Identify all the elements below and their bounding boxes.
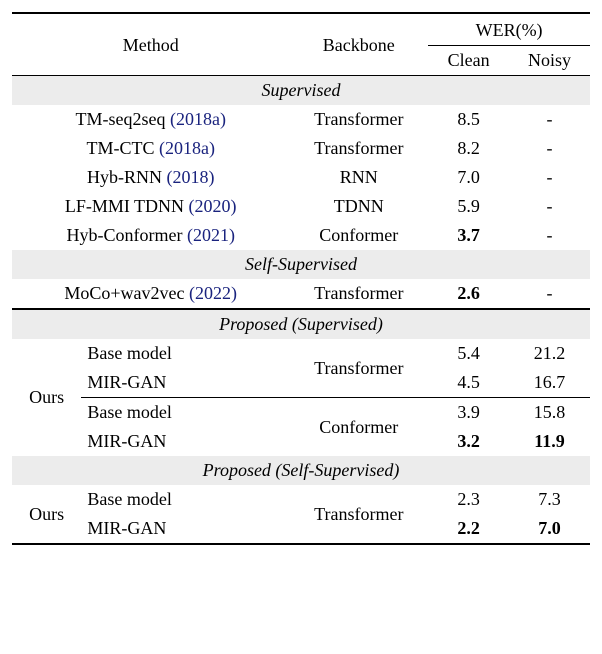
cite-link[interactable]: (2021)	[187, 225, 235, 245]
ours-label: Ours	[12, 339, 81, 456]
noisy-cell: -	[509, 279, 590, 309]
backbone-cell: Transformer	[289, 134, 428, 163]
method-name: TM-CTC	[86, 138, 159, 158]
clean-cell: 3.7	[428, 221, 509, 250]
method-cell: TM-CTC (2018a)	[12, 134, 289, 163]
noisy-cell: -	[509, 221, 590, 250]
model-cell: MIR-GAN	[81, 514, 289, 544]
noisy-cell: -	[509, 192, 590, 221]
model-cell: MIR-GAN	[81, 368, 289, 398]
ours-label: Ours	[12, 485, 81, 544]
backbone-cell: Transformer	[289, 279, 428, 309]
noisy-cell: -	[509, 105, 590, 134]
method-name: TM-seq2seq	[75, 109, 169, 129]
method-cell: MoCo+wav2vec (2022)	[12, 279, 289, 309]
results-table: Method Backbone WER(%) Clean Noisy Super…	[12, 12, 590, 545]
method-name: LF-MMI TDNN	[65, 196, 189, 216]
model-cell: MIR-GAN	[81, 427, 289, 456]
clean-cell: 5.9	[428, 192, 509, 221]
backbone-cell: Transformer	[289, 339, 428, 398]
cite-link[interactable]: (2018a)	[170, 109, 226, 129]
method-cell: Hyb-RNN (2018)	[12, 163, 289, 192]
backbone-cell: Conformer	[289, 398, 428, 457]
noisy-cell: 7.0	[509, 514, 590, 544]
noisy-cell: 15.8	[509, 398, 590, 428]
clean-cell: 2.6	[428, 279, 509, 309]
header-wer: WER(%)	[428, 13, 590, 46]
section-self-supervised: Self-Supervised	[12, 250, 590, 279]
clean-cell: 5.4	[428, 339, 509, 368]
clean-cell: 2.3	[428, 485, 509, 514]
method-cell: LF-MMI TDNN (2020)	[12, 192, 289, 221]
noisy-cell: 7.3	[509, 485, 590, 514]
backbone-cell: Transformer	[289, 485, 428, 544]
cite-link[interactable]: (2020)	[189, 196, 237, 216]
cite-link[interactable]: (2022)	[189, 283, 237, 303]
section-proposed-self-supervised: Proposed (Self-Supervised)	[12, 456, 590, 485]
section-proposed-supervised: Proposed (Supervised)	[12, 309, 590, 339]
noisy-cell: 11.9	[509, 427, 590, 456]
backbone-cell: Transformer	[289, 105, 428, 134]
clean-cell: 7.0	[428, 163, 509, 192]
section-supervised: Supervised	[12, 76, 590, 106]
header-backbone: Backbone	[289, 13, 428, 76]
method-name: MoCo+wav2vec	[64, 283, 189, 303]
clean-cell: 4.5	[428, 368, 509, 398]
cite-link[interactable]: (2018a)	[159, 138, 215, 158]
clean-cell: 8.5	[428, 105, 509, 134]
clean-cell: 2.2	[428, 514, 509, 544]
backbone-cell: Conformer	[289, 221, 428, 250]
model-cell: Base model	[81, 339, 289, 368]
backbone-cell: TDNN	[289, 192, 428, 221]
method-cell: Hyb-Conformer (2021)	[12, 221, 289, 250]
backbone-cell: RNN	[289, 163, 428, 192]
header-noisy: Noisy	[509, 46, 590, 76]
method-cell: TM-seq2seq (2018a)	[12, 105, 289, 134]
clean-cell: 3.9	[428, 398, 509, 428]
header-clean: Clean	[428, 46, 509, 76]
cite-link[interactable]: (2018)	[166, 167, 214, 187]
model-cell: Base model	[81, 398, 289, 428]
noisy-cell: 21.2	[509, 339, 590, 368]
noisy-cell: 16.7	[509, 368, 590, 398]
header-method: Method	[12, 13, 289, 76]
method-name: Hyb-RNN	[87, 167, 167, 187]
noisy-cell: -	[509, 134, 590, 163]
model-cell: Base model	[81, 485, 289, 514]
clean-cell: 3.2	[428, 427, 509, 456]
noisy-cell: -	[509, 163, 590, 192]
clean-cell: 8.2	[428, 134, 509, 163]
method-name: Hyb-Conformer	[66, 225, 186, 245]
